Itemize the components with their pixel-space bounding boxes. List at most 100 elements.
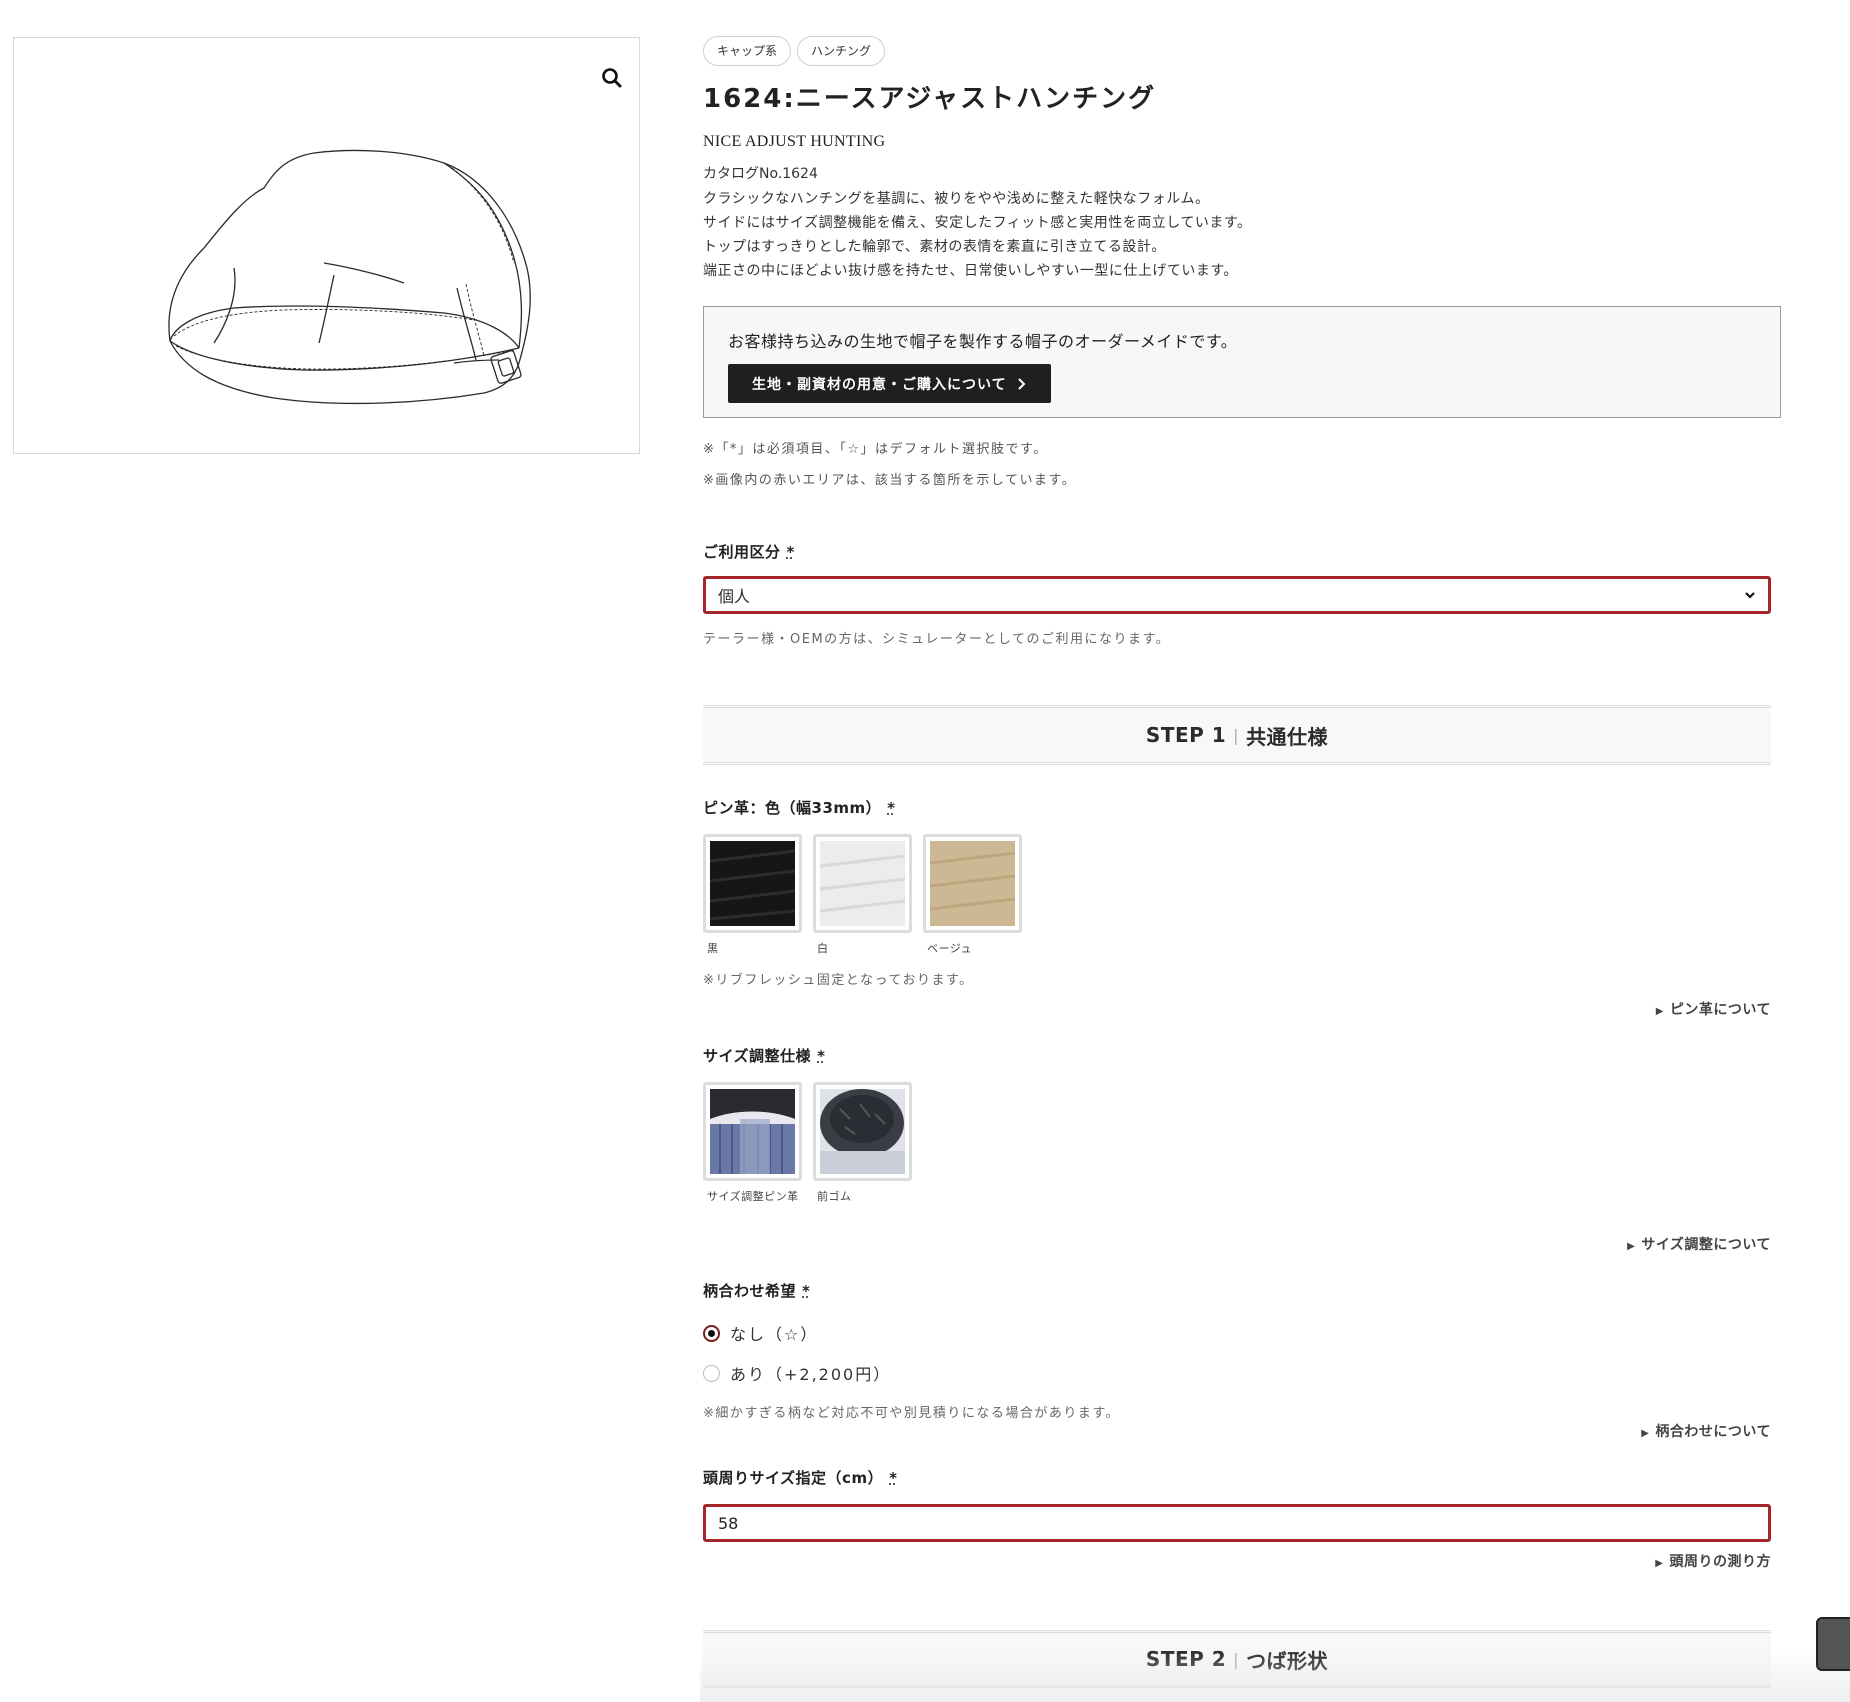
step2-number: STEP 2 xyxy=(1145,1647,1227,1671)
hunting-cap-illustration xyxy=(168,149,531,405)
radio-selected[interactable] xyxy=(703,1324,720,1342)
beige-leather-image xyxy=(929,841,1016,926)
required-mark: * xyxy=(802,1282,811,1300)
pin-leather-swatches: 黒 白 ベージュ xyxy=(703,834,1022,957)
black-leather-image xyxy=(709,841,796,926)
product-details: キャップ系 ハンチング 1624:ニースアジャストハンチング NICE ADJU… xyxy=(703,36,1781,488)
swatch-thumb xyxy=(813,834,912,933)
swatch-white[interactable]: 白 xyxy=(813,834,912,957)
step-separator: | xyxy=(1233,1649,1240,1669)
tag-hunting[interactable]: ハンチング xyxy=(797,36,886,66)
required-mark: * xyxy=(887,799,896,817)
triangle-right-icon: ▶ xyxy=(1641,1428,1650,1439)
product-english-name: NICE ADJUST HUNTING xyxy=(703,133,886,150)
radio-unselected[interactable] xyxy=(703,1364,720,1382)
zoom-button[interactable] xyxy=(594,60,630,96)
head-size-field: 頭周りサイズ指定（cm） * 58 xyxy=(703,1467,1771,1542)
head-size-input[interactable]: 58 xyxy=(703,1504,1771,1542)
pattern-option-label: あり（+2,200円） xyxy=(730,1365,892,1384)
pin-leather-label-text: ピン革：色（幅33mm） xyxy=(703,799,882,817)
size-adjust-label-text: サイズ調整仕様 xyxy=(703,1047,812,1065)
head-size-label: 頭周りサイズ指定（cm） * xyxy=(703,1467,1771,1488)
swatch-black[interactable]: 黒 xyxy=(703,834,802,957)
fabric-info-button[interactable]: 生地・副資材の用意・ご購入について xyxy=(728,364,1051,403)
description-line: トップはすっきりとした輪郭で、素材の表情を素直に引き立てる設計。 xyxy=(703,239,1166,255)
white-leather-image xyxy=(819,841,906,926)
pattern-option-none[interactable]: なし（☆） xyxy=(703,1321,1120,1345)
description-line: クラシックなハンチングを基調に、被りをやや浅めに整えた軽快なフォルム。 xyxy=(703,191,1210,207)
usage-label: ご利用区分 * xyxy=(703,541,1771,562)
tag-cap[interactable]: キャップ系 xyxy=(703,36,792,66)
pin-leather-note: ※リブフレッシュ固定となっております。 xyxy=(703,973,974,988)
triangle-right-icon: ▶ xyxy=(1627,1241,1636,1252)
option-caption: サイズ調整ピン革 xyxy=(707,1190,799,1203)
front-elastic-image xyxy=(820,1089,905,1174)
red-area-note: ※画像内の赤いエリアは、該当する箇所を示しています。 xyxy=(703,473,1077,488)
pattern-about-link[interactable]: ▶ 柄合わせについて xyxy=(703,1421,1771,1441)
required-mark: * xyxy=(817,1047,826,1065)
swatch-caption: 白 xyxy=(817,942,829,955)
swatch-thumb xyxy=(703,834,802,933)
usage-field: ご利用区分 * 個人 テーラー様・OEMの方は、シミュレーターとしてのご利用になり… xyxy=(703,541,1771,647)
required-mark: * xyxy=(889,1469,898,1487)
size-adjust-field: サイズ調整仕様 * サイズ調整ピン革 前ゴム xyxy=(703,1045,912,1205)
product-title: 1624:ニースアジャストハンチング xyxy=(703,84,1157,114)
option-thumb xyxy=(813,1082,912,1181)
fabric-info-button-label: 生地・副資材の用意・ご購入について xyxy=(752,376,1007,393)
size-adjust-about-link[interactable]: ▶ サイズ調整について xyxy=(703,1234,1771,1254)
product-image-gallery[interactable] xyxy=(13,37,640,454)
pattern-about-text: 柄合わせについて xyxy=(1655,1424,1771,1440)
pattern-label: 柄合わせ希望 * xyxy=(703,1280,1120,1301)
category-tags: キャップ系 ハンチング xyxy=(703,36,1781,66)
pin-leather-field: ピン革：色（幅33mm） * 黒 白 ベージュ ※リブフレッシュ固定となっており… xyxy=(703,797,1022,988)
step1-header: STEP 1 | 共通仕様 xyxy=(703,705,1771,765)
pin-leather-about-link[interactable]: ▶ ピン革について xyxy=(703,999,1771,1019)
size-adjust-swatches: サイズ調整ピン革 前ゴム xyxy=(703,1082,912,1205)
step2-header: STEP 2 | つば形状 xyxy=(703,1630,1771,1688)
usage-select[interactable]: 個人 xyxy=(703,576,1771,614)
head-size-about-text: 頭周りの測り方 xyxy=(1669,1554,1771,1570)
usage-label-text: ご利用区分 xyxy=(703,543,781,561)
step2-title: つば形状 xyxy=(1246,1648,1329,1673)
notice-text: お客様持ち込みの生地で帽子を製作する帽子のオーダーメイドです。 xyxy=(728,332,1238,351)
swatch-caption: ベージュ xyxy=(927,942,973,955)
pattern-option-yes[interactable]: あり（+2,200円） xyxy=(703,1361,1120,1385)
chevron-down-icon xyxy=(1745,592,1755,599)
chevron-right-icon xyxy=(1017,377,1026,390)
option-size-adjust-pin-leather[interactable]: サイズ調整ピン革 xyxy=(703,1082,802,1205)
size-adjust-label: サイズ調整仕様 * xyxy=(703,1045,912,1066)
catalog-number: カタログNo.1624 xyxy=(703,166,818,182)
floating-action-button[interactable] xyxy=(1816,1617,1850,1671)
pattern-option-label: なし（☆） xyxy=(730,1325,819,1344)
description-line: サイドにはサイズ調整機能を備え、安定したフィット感と実用性を両立しています。 xyxy=(703,215,1252,231)
triangle-right-icon: ▶ xyxy=(1655,1558,1664,1569)
head-size-about-link[interactable]: ▶ 頭周りの測り方 xyxy=(703,1551,1771,1571)
head-size-value: 58 xyxy=(718,1513,739,1533)
required-note: ※「*」は必須項目、「☆」はデフォルト選択肢です。 xyxy=(703,442,1048,457)
custom-order-notice: お客様持ち込みの生地で帽子を製作する帽子のオーダーメイドです。 生地・副資材の用… xyxy=(703,306,1781,418)
pattern-note: ※細かすぎる柄など対応不可や別見積りになる場合があります。 xyxy=(703,1406,1121,1421)
pin-leather-label: ピン革：色（幅33mm） * xyxy=(703,797,1022,818)
usage-help: テーラー様・OEMの方は、シミュレーターとしてのご利用になります。 xyxy=(703,632,1171,647)
step1-number: STEP 1 xyxy=(1145,723,1227,747)
usage-selected-value: 個人 xyxy=(718,587,751,606)
swatch-beige[interactable]: ベージュ xyxy=(923,834,1022,957)
pin-leather-about-text: ピン革について xyxy=(1669,1002,1771,1018)
product-description: クラシックなハンチングを基調に、被りをやや浅めに整えた軽快なフォルム。 サイドに… xyxy=(703,187,1781,283)
option-caption: 前ゴム xyxy=(817,1190,852,1203)
option-thumb xyxy=(703,1082,802,1181)
size-adjust-about-text: サイズ調整について xyxy=(1641,1237,1771,1253)
pattern-label-text: 柄合わせ希望 xyxy=(703,1282,797,1300)
option-front-elastic[interactable]: 前ゴム xyxy=(813,1082,912,1205)
triangle-right-icon: ▶ xyxy=(1655,1006,1664,1017)
description-line: 端正さの中にほどよい抜け感を持たせ、日常使いしやすい一型に仕上げています。 xyxy=(703,263,1238,279)
magnifier-icon xyxy=(602,68,622,88)
swatch-thumb xyxy=(923,834,1022,933)
step-separator: | xyxy=(1233,725,1240,745)
step1-title: 共通仕様 xyxy=(1246,724,1329,749)
size-adjust-pin-image xyxy=(710,1089,795,1174)
pattern-field: 柄合わせ希望 * なし（☆） あり（+2,200円） ※細かすぎる柄など対応不可や… xyxy=(703,1280,1120,1421)
head-size-label-text: 頭周りサイズ指定（cm） xyxy=(703,1469,884,1487)
required-mark: * xyxy=(786,543,795,561)
swatch-caption: 黒 xyxy=(707,942,719,955)
